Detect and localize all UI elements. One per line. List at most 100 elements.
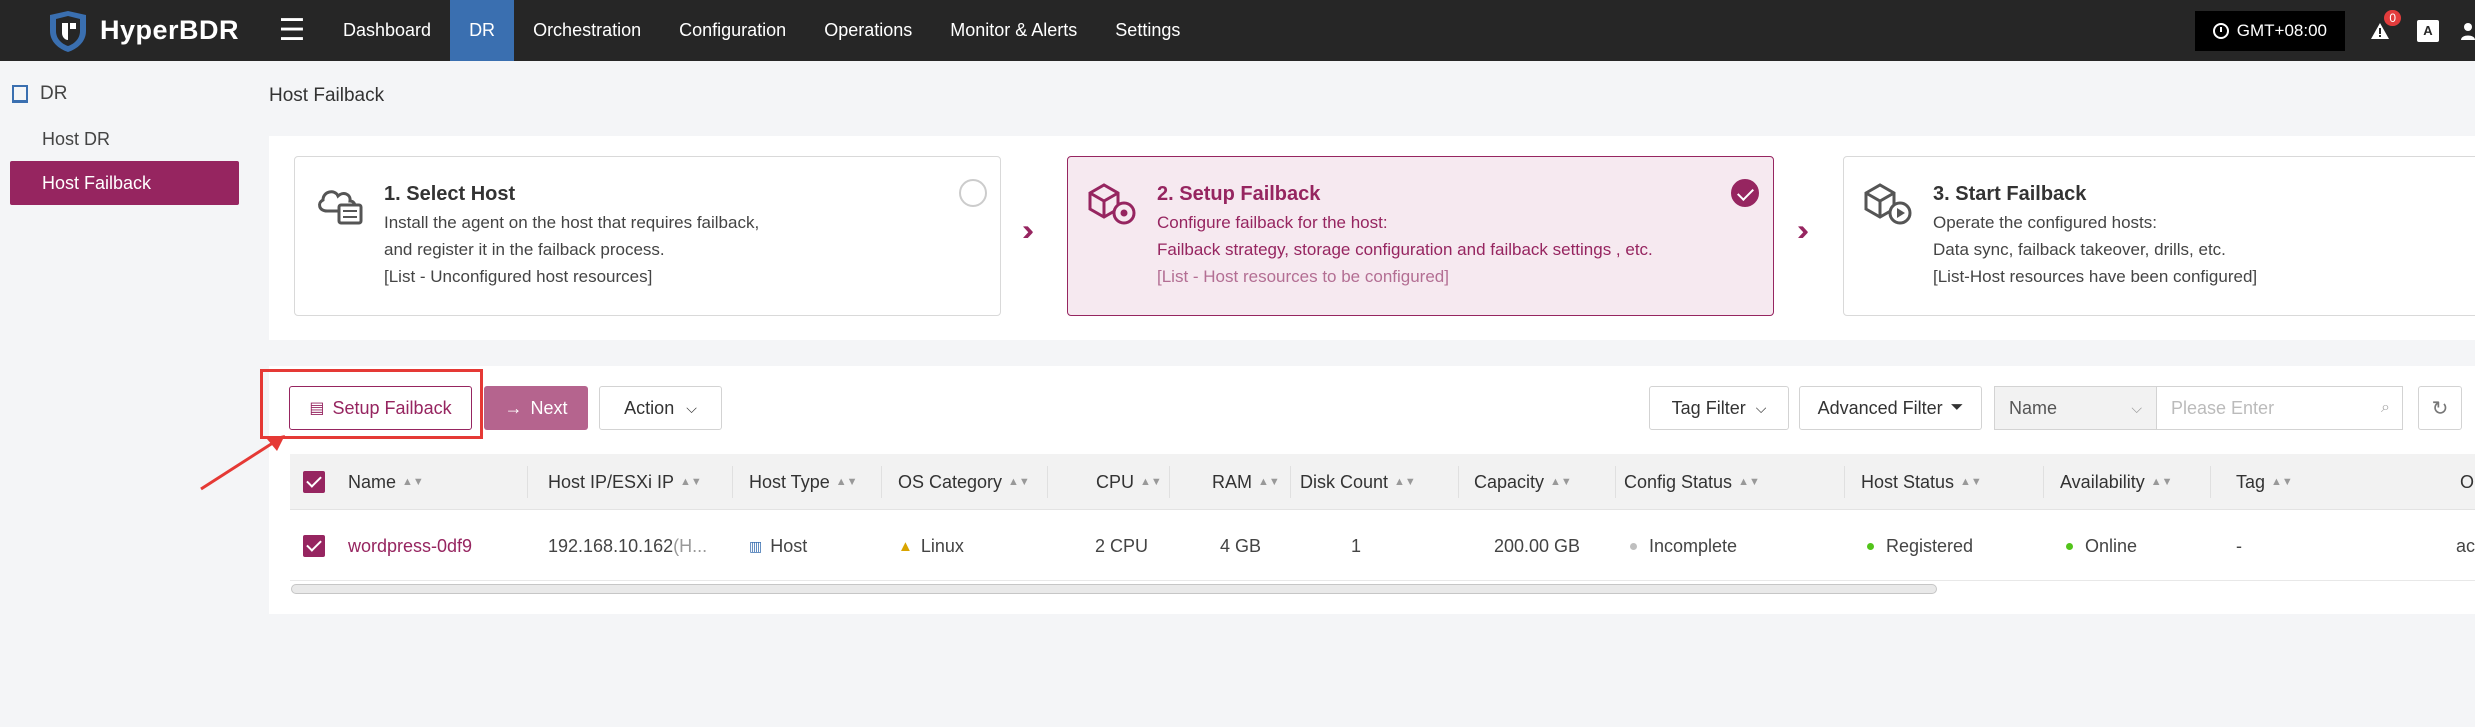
main-nav: Dashboard DR Orchestration Configuration…	[324, 0, 1199, 61]
step-setup-failback[interactable]: 2. Setup Failback Configure failback for…	[1067, 156, 1774, 316]
step-desc-line: Operate the configured hosts:	[1933, 213, 2157, 232]
sidebar-item-host-dr[interactable]: Host DR	[10, 117, 239, 161]
annotation-arrow	[200, 435, 285, 491]
action-dropdown[interactable]: Action ⌵	[599, 386, 722, 430]
page-title: Host Failback	[269, 85, 385, 106]
linux-icon: ▲	[898, 537, 913, 555]
capacity-cell: 200.00 GB	[1494, 535, 1581, 556]
column-header-os-category[interactable]: OS Category ▲▼	[898, 454, 1030, 510]
refresh-icon: ↻	[2431, 397, 2449, 420]
column-header-host-status[interactable]: Host Status ▲▼	[1861, 454, 1982, 510]
nav-settings[interactable]: Settings	[1096, 0, 1199, 61]
step-select-host[interactable]: 1. Select Host Install the agent on the …	[294, 156, 1001, 316]
alert-count-badge: 0	[2384, 9, 2401, 26]
clock-icon	[2212, 22, 2229, 39]
arrow-right-icon: →	[504, 397, 523, 418]
top-navbar: HyperBDR ☰ Dashboard DR Orchestration Co…	[0, 0, 2475, 61]
app-name: HyperBDR	[100, 15, 240, 45]
tag-filter-dropdown[interactable]: Tag Filter ⌵	[1649, 386, 1789, 430]
horizontal-scrollbar[interactable]	[291, 584, 1937, 594]
step-radio[interactable]	[959, 179, 987, 207]
column-header-disk-count[interactable]: Disk Count ▲▼	[1300, 454, 1416, 510]
nav-configuration[interactable]: Configuration	[660, 0, 805, 61]
sidebar-item-host-failback[interactable]: Host Failback	[10, 161, 239, 205]
step-title: 2. Setup Failback	[1157, 183, 1321, 205]
sidebar-section-dr[interactable]: DR	[12, 83, 67, 105]
step-title: 3. Start Failback	[1933, 183, 2087, 205]
cube-play-icon	[1864, 183, 1912, 225]
column-header-host-type[interactable]: Host Type ▲▼	[749, 454, 858, 510]
double-chevron-right-icon: ››	[1022, 214, 1034, 247]
step-start-failback[interactable]: 3. Start Failback Operate the configured…	[1843, 156, 2475, 316]
ram-cell: 4 GB	[1220, 535, 1262, 556]
step-desc-line: [List-Host resources have been configure…	[1933, 267, 2258, 286]
chevron-down-icon: ⌵	[1755, 399, 1767, 416]
sidebar-section-label: DR	[40, 83, 68, 104]
step-desc-line: Failback strategy, storage configuration…	[1157, 240, 1653, 259]
host-status-cell: Registered	[1867, 511, 1973, 581]
column-header-cpu[interactable]: CPU ▲▼	[1096, 454, 1162, 510]
search-icon: ⌕	[2381, 399, 2390, 416]
double-chevron-right-icon: ››	[1797, 214, 1809, 247]
cpu-cell: 2 CPU	[1095, 535, 1149, 556]
step-title: 1. Select Host	[384, 183, 516, 205]
column-header-operation: O	[2460, 471, 2475, 492]
step-desc-line: Data sync, failback takeover, drills, et…	[1933, 240, 2226, 259]
host-type-cell: ▥ Host	[749, 535, 808, 556]
step-desc-line: Configure failback for the host:	[1157, 213, 1388, 232]
step-desc-line: [List - Unconfigured host resources]	[384, 267, 653, 286]
chevron-down-icon: ⌵	[2131, 399, 2142, 416]
cloud-server-icon	[318, 190, 363, 225]
step-radio-checked[interactable]	[1731, 179, 1759, 207]
nav-dashboard[interactable]: Dashboard	[324, 0, 450, 61]
availability-cell: Online	[2066, 511, 2137, 581]
nav-operations[interactable]: Operations	[805, 0, 931, 61]
table-row[interactable]: wordpress-0df9 192.168.10.162 (H... ▥ Hos…	[290, 511, 2475, 581]
column-header-ram[interactable]: RAM ▲▼	[1212, 454, 1280, 510]
refresh-button[interactable]: ↻	[2418, 386, 2462, 430]
building-icon	[12, 85, 28, 103]
search-field-select[interactable]: Name ⌵	[1994, 386, 2157, 430]
menu-toggle-icon[interactable]: ☰	[270, 9, 314, 53]
status-dot-icon	[1630, 542, 1637, 550]
column-header-availability[interactable]: Availability ▲▼	[2060, 454, 2173, 510]
sidebar: DR Host DR Host Failback	[0, 61, 245, 727]
table-header: Name ▲▼ Host IP/ESXi IP ▲▼ Host Type ▲▼ OS …	[290, 454, 2475, 510]
timezone-label: GMT+08:00	[2236, 20, 2327, 40]
nav-dr[interactable]: DR	[450, 0, 515, 61]
step-desc-line: Install the agent on the host that requi…	[384, 213, 760, 232]
disk-count-cell: 1	[1351, 535, 1362, 556]
host-type-icon: ▥	[749, 537, 763, 554]
filter-icon: ⏷	[1950, 399, 1964, 416]
status-dot-icon	[1867, 542, 1874, 550]
column-header-capacity[interactable]: Capacity ▲▼	[1474, 454, 1572, 510]
tag-cell: -	[2236, 535, 2242, 556]
nav-monitor-alerts[interactable]: Monitor & Alerts	[931, 0, 1096, 61]
host-ip-cell: 192.168.10.162 (H...	[548, 535, 708, 556]
step-desc-line: [List - Host resources to be configured]	[1157, 267, 1449, 286]
timezone-button[interactable]: GMT+08:00	[2194, 10, 2345, 51]
chevron-down-icon: ⌵	[686, 399, 697, 416]
config-status-cell: Incomplete	[1630, 511, 1737, 581]
user-icon[interactable]	[2461, 22, 2475, 40]
select-all-checkbox[interactable]	[303, 454, 325, 510]
cube-settings-icon	[1088, 183, 1136, 225]
next-button[interactable]: → Next	[484, 386, 588, 430]
steps-panel: 1. Select Host Install the agent on the …	[269, 136, 2475, 340]
column-header-tag[interactable]: Tag ▲▼	[2236, 454, 2293, 510]
status-dot-icon	[2066, 542, 2073, 550]
advanced-filter-button[interactable]: Advanced Filter ⏷	[1799, 386, 1982, 430]
nav-orchestration[interactable]: Orchestration	[514, 0, 660, 61]
shield-logo-icon	[50, 10, 86, 52]
operation-cell[interactable]: ac	[2456, 511, 2475, 581]
os-category-cell: ▲ Linux	[898, 535, 964, 556]
alert-icon[interactable]: 0	[2365, 9, 2401, 46]
host-name-link[interactable]: wordpress-0df9	[348, 511, 472, 581]
column-header-host-ip[interactable]: Host IP/ESXi IP ▲▼	[548, 454, 702, 510]
column-header-name[interactable]: Name ▲▼	[348, 454, 424, 510]
app-logo[interactable]: HyperBDR	[46, 9, 266, 53]
search-input[interactable]: Please Enter ⌕	[2157, 386, 2403, 430]
column-header-config-status[interactable]: Config Status ▲▼	[1624, 454, 1760, 510]
row-checkbox[interactable]	[303, 511, 325, 581]
language-icon[interactable]: A	[2413, 16, 2443, 46]
